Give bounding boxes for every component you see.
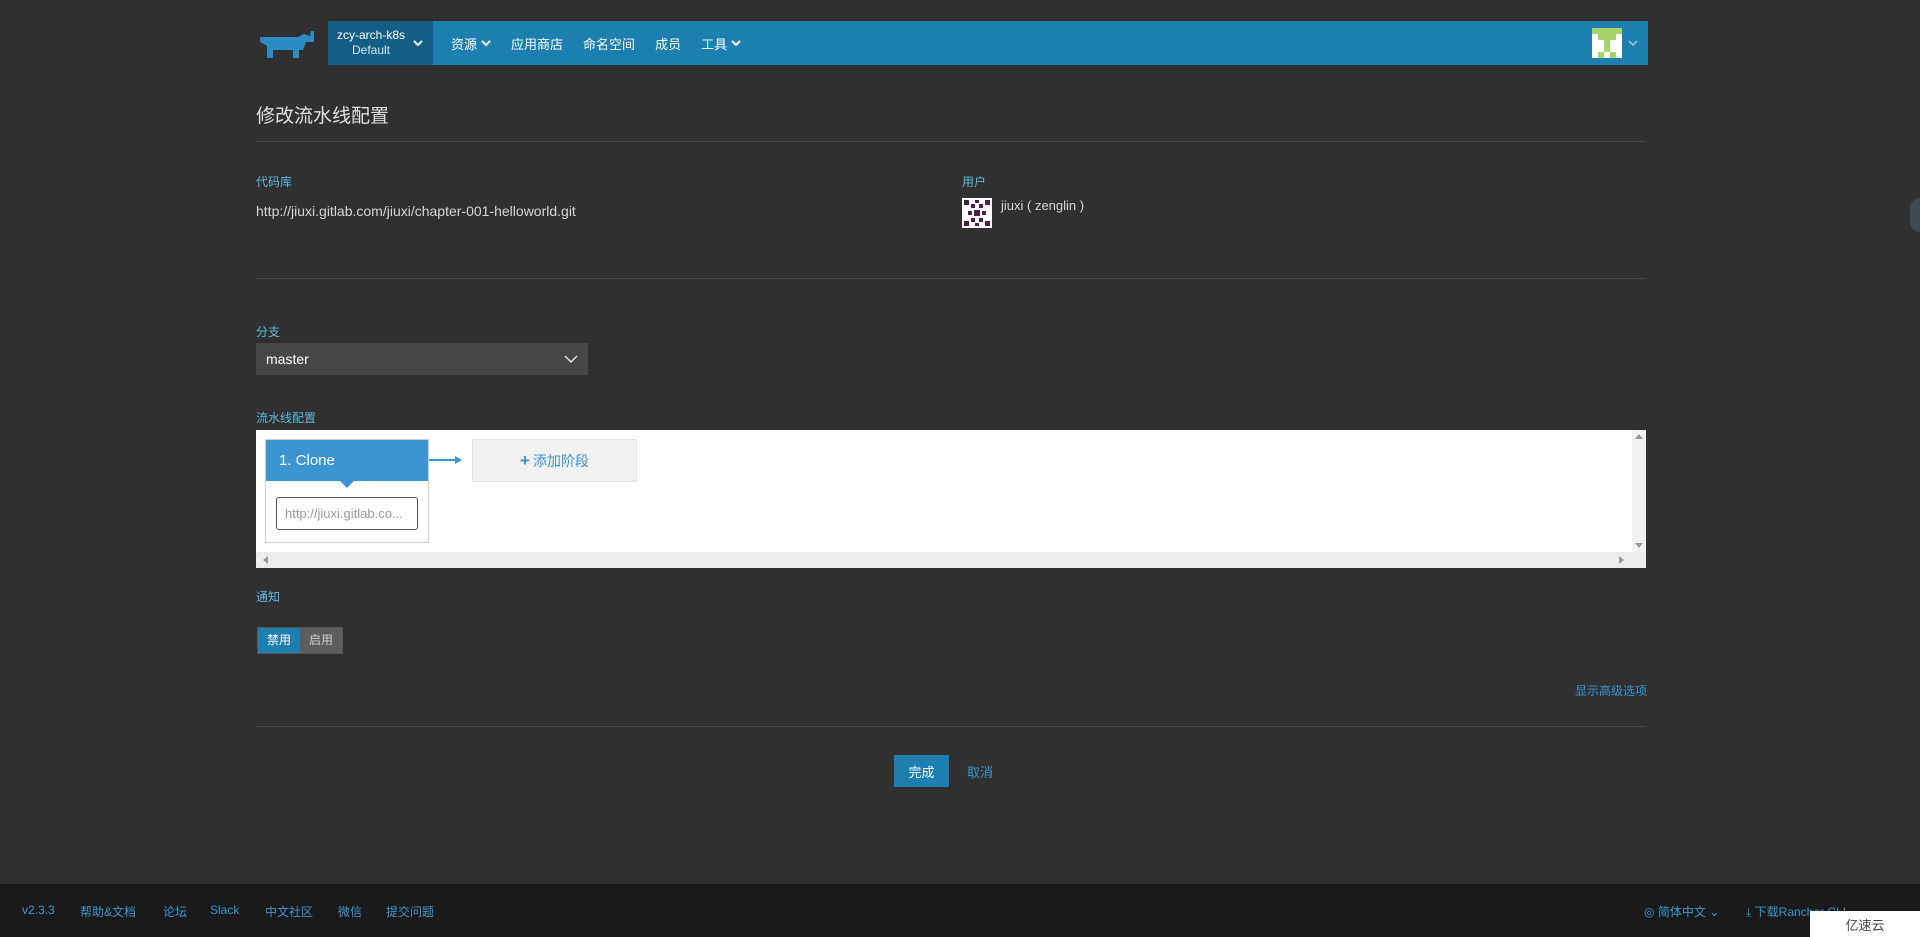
user-avatar: [962, 198, 992, 228]
environment-switcher[interactable]: zcy-arch-k8s Default: [328, 21, 434, 65]
notify-label: 通知: [256, 590, 281, 604]
horizontal-scrollbar[interactable]: [256, 552, 1646, 568]
nav-members[interactable]: 成员: [645, 21, 691, 65]
side-handle[interactable]: [1910, 198, 1920, 232]
footer-link-community[interactable]: 中文社区: [265, 903, 313, 920]
nav-app-store[interactable]: 应用商店: [501, 21, 573, 65]
footer-link-wechat[interactable]: 微信: [338, 903, 362, 920]
add-stage-button[interactable]: + 添加阶段: [472, 439, 637, 482]
user-name: jiuxi ( zenglin ): [1001, 198, 1085, 213]
vertical-scrollbar[interactable]: [1632, 430, 1646, 552]
nav-resources[interactable]: 资源: [441, 21, 501, 65]
pipeline-stage: 1. Clone http://jiuxi.gitlab.co...: [265, 439, 429, 543]
stage-step[interactable]: http://jiuxi.gitlab.co...: [276, 497, 418, 530]
branch-select[interactable]: master: [256, 343, 588, 375]
footer-link-forum[interactable]: 论坛: [163, 903, 187, 920]
user-label: 用户: [962, 175, 987, 189]
language-selector[interactable]: ◎ 简体中文 ⌄: [1644, 903, 1719, 920]
watermark-text: 亿速云: [1845, 917, 1885, 933]
done-button[interactable]: 完成: [894, 755, 949, 787]
chevron-down-icon: [1628, 40, 1638, 47]
plus-icon: +: [520, 450, 530, 470]
download-icon: ⤓: [1746, 905, 1752, 919]
nav-resources-label: 资源: [451, 36, 478, 52]
branch-select-value: master: [266, 351, 309, 367]
notify-disable-option[interactable]: 禁用: [258, 628, 300, 653]
environment-subtitle: Default: [351, 43, 391, 57]
repo-label: 代码库: [256, 175, 293, 189]
divider: [256, 141, 1646, 142]
divider: [256, 726, 1646, 727]
top-nav-bar: zcy-arch-k8s Default 资源 应用商店 命名空间 成员 工具: [328, 21, 1648, 65]
scroll-right-icon[interactable]: [1619, 556, 1624, 564]
footer-version[interactable]: v2.3.3: [22, 903, 55, 917]
nav-members-label: 成员: [655, 36, 682, 52]
nav-tools-label: 工具: [701, 36, 728, 52]
nav-app-store-label: 应用商店: [511, 36, 564, 52]
branch-label: 分支: [256, 325, 281, 339]
avatar: [1592, 28, 1622, 58]
user-menu[interactable]: [1592, 28, 1648, 58]
repo-url: http://jiuxi.gitlab.com/jiuxi/chapter-00…: [256, 203, 576, 219]
chevron-down-icon: [413, 40, 423, 47]
chevron-down-icon: [564, 354, 578, 363]
notify-enable-option[interactable]: 启用: [300, 628, 342, 653]
pipeline-editor: 1. Clone http://jiuxi.gitlab.co... + 添加阶…: [256, 430, 1646, 568]
chevron-down-icon: [481, 40, 491, 47]
nav-namespaces-label: 命名空间: [583, 36, 636, 52]
show-advanced-options-link[interactable]: 显示高级选项: [1575, 682, 1647, 699]
footer-link-issue[interactable]: 提交问题: [386, 903, 434, 920]
notify-toggle: 禁用 启用: [257, 627, 343, 654]
chevron-down-icon: [731, 40, 741, 47]
watermark: 亿速云: [1810, 911, 1920, 937]
page-title: 修改流水线配置: [256, 106, 390, 127]
language-label: 简体中文: [1657, 905, 1706, 919]
footer-link-slack[interactable]: Slack: [210, 903, 239, 917]
nav-namespaces[interactable]: 命名空间: [573, 21, 645, 65]
scroll-down-icon[interactable]: [1635, 543, 1643, 548]
environment-name: zcy-arch-k8s: [337, 28, 406, 42]
stage-header[interactable]: 1. Clone: [266, 440, 428, 488]
globe-icon: ◎: [1644, 905, 1655, 919]
rancher-logo[interactable]: [256, 28, 316, 60]
cancel-link[interactable]: 取消: [967, 762, 993, 781]
main-nav: 资源 应用商店 命名空间 成员 工具: [441, 21, 751, 65]
pipeline-label: 流水线配置: [256, 411, 317, 425]
chevron-down-icon: ⌄: [1709, 905, 1720, 919]
stage-title: 1. Clone: [279, 452, 335, 469]
stage-connector-arrow-icon: [429, 456, 462, 464]
footer-link-help[interactable]: 帮助&文档: [80, 903, 136, 920]
nav-tools[interactable]: 工具: [691, 21, 751, 65]
scroll-up-icon[interactable]: [1635, 434, 1643, 439]
scroll-left-icon[interactable]: [263, 556, 268, 564]
add-stage-label: 添加阶段: [532, 452, 589, 469]
divider: [256, 278, 1646, 279]
footer: v2.3.3 帮助&文档 论坛 Slack 中文社区 微信 提交问题 ◎ 简体中…: [0, 884, 1920, 937]
